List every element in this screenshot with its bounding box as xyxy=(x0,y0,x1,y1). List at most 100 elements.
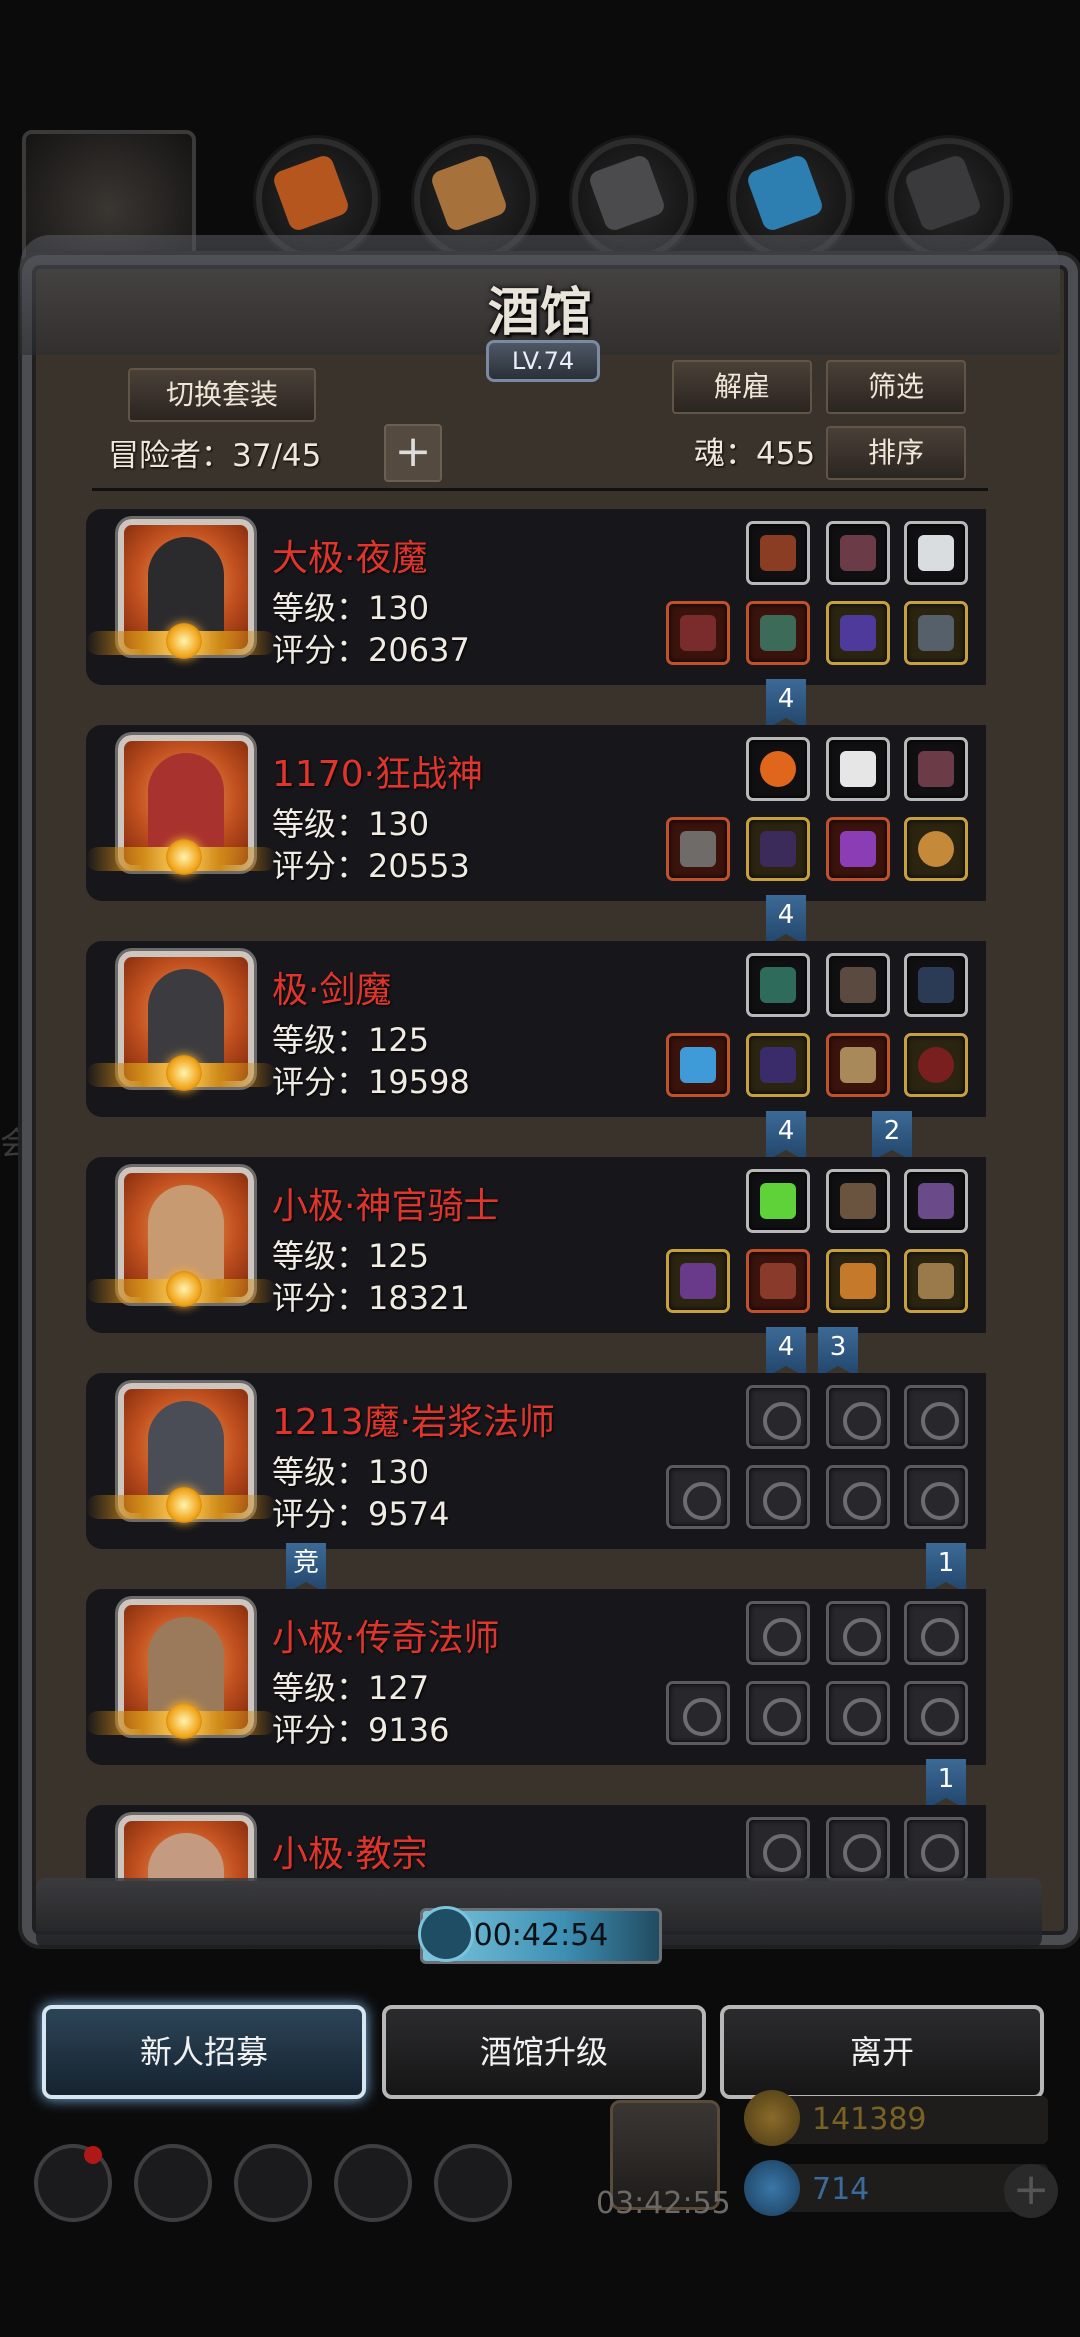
equip-slot-amulet-icon[interactable] xyxy=(904,601,968,665)
empty-slot-fire-icon[interactable] xyxy=(746,1817,810,1881)
add-currency-button[interactable]: + xyxy=(1004,2164,1058,2218)
hud-mail-icon[interactable] xyxy=(334,2144,412,2222)
hero-row[interactable]: 极·剑魔 等级：125 评分：19598 4 2 xyxy=(86,937,986,1161)
hero-score: 评分：20553 xyxy=(272,847,470,885)
hero-list[interactable]: 大极·夜魔 等级：130 评分：20637 4 1170·狂战神 等级：130 … xyxy=(86,505,986,1881)
equip-slot-armor-icon[interactable] xyxy=(746,817,810,881)
equip-slot-scroll-icon[interactable] xyxy=(904,1249,968,1313)
equip-slot-flask-icon[interactable] xyxy=(904,1169,968,1233)
equip-slot-stone-icon[interactable] xyxy=(904,521,968,585)
dismiss-button[interactable]: 解雇 xyxy=(672,360,812,414)
hero-row[interactable]: 1170·狂战神 等级：130 评分：20553 4 xyxy=(86,721,986,945)
rank-star-icon xyxy=(166,1703,202,1739)
gem-amount: 714 xyxy=(812,2172,870,2207)
equip-slot-ring-icon[interactable] xyxy=(904,817,968,881)
empty-slot-ring-icon[interactable] xyxy=(826,1465,890,1529)
hero-name: 大极·夜魔 xyxy=(272,538,428,579)
hero-level: 等级：130 xyxy=(272,589,430,627)
tavern-level-badge: LV.74 xyxy=(486,340,600,382)
hero-score: 评分：9136 xyxy=(272,1711,450,1749)
equip-slot-wing-icon[interactable] xyxy=(826,737,890,801)
hero-row[interactable]: 小极·神官骑士 等级：125 评分：18321 4 3 xyxy=(86,1153,986,1377)
empty-slot-armor-icon[interactable] xyxy=(746,1465,810,1529)
recruit-button[interactable]: 新人招募 xyxy=(42,2005,366,2099)
leave-button[interactable]: 离开 xyxy=(720,2005,1044,2099)
switch-set-button[interactable]: 切换套装 xyxy=(128,368,316,422)
equip-slot-helm-icon[interactable] xyxy=(826,1033,890,1097)
equip-slot-staff-icon[interactable] xyxy=(666,1249,730,1313)
hero-name: 极·剑魔 xyxy=(272,970,392,1011)
hud-map-icon[interactable] xyxy=(434,2144,512,2222)
empty-slot-hourglass-icon[interactable] xyxy=(904,1817,968,1881)
equip-slot-helm-icon[interactable] xyxy=(826,817,890,881)
hero-score: 评分：20637 xyxy=(272,631,470,669)
equip-slot-armor-icon[interactable] xyxy=(746,601,810,665)
gold-amount: 141389 xyxy=(812,2102,927,2137)
empty-slot-staff-icon[interactable] xyxy=(666,1681,730,1745)
clock-icon xyxy=(418,1906,474,1962)
hero-name: 小极·神官骑士 xyxy=(272,1186,500,1227)
rank-star-icon xyxy=(166,1271,202,1307)
empty-slot-hourglass-icon[interactable] xyxy=(904,1385,968,1449)
equip-slot-potion-icon[interactable] xyxy=(746,1169,810,1233)
equip-slot-feather-icon[interactable] xyxy=(826,521,890,585)
rank-star-icon xyxy=(166,1487,202,1523)
adventurer-count: 冒险者：37/45 xyxy=(108,438,322,474)
hero-score: 评分：9574 xyxy=(272,1495,450,1533)
hero-name: 1213魔·岩浆法师 xyxy=(272,1402,556,1443)
equip-slot-bracer-icon[interactable] xyxy=(826,1249,890,1313)
panel-title: 酒馆 xyxy=(487,282,592,343)
equip-slot-axe-icon[interactable] xyxy=(666,817,730,881)
equip-slot-feather-icon[interactable] xyxy=(904,737,968,801)
equip-slot-crystal-icon[interactable] xyxy=(746,953,810,1017)
hud-shield-icon[interactable] xyxy=(234,2144,312,2222)
equip-slot-fire-icon[interactable] xyxy=(746,737,810,801)
equip-slot-rune-icon[interactable] xyxy=(904,953,968,1017)
hero-score: 评分：19598 xyxy=(272,1063,470,1101)
equip-slot-gem-icon[interactable] xyxy=(746,521,810,585)
gem-icon xyxy=(744,2160,800,2216)
upgrade-tavern-button[interactable]: 酒馆升级 xyxy=(382,2005,706,2099)
gift-timer: 03:42:55 xyxy=(596,2186,731,2221)
empty-slot-hourglass-icon[interactable] xyxy=(826,1385,890,1449)
panel-divider xyxy=(92,488,988,491)
empty-slot-hourglass-icon[interactable] xyxy=(826,1817,890,1881)
hero-row[interactable]: 小极·教宗 xyxy=(86,1801,986,1881)
equip-slot-armor-icon[interactable] xyxy=(746,1249,810,1313)
notification-dot-icon xyxy=(84,2146,102,2164)
empty-slot-ring-icon[interactable] xyxy=(904,1465,968,1529)
rank-star-icon xyxy=(166,623,202,659)
empty-slot-hourglass-icon[interactable] xyxy=(904,1601,968,1665)
hero-level: 等级：130 xyxy=(272,805,430,843)
equip-slot-horn-icon[interactable] xyxy=(826,953,890,1017)
empty-slot-ring-icon[interactable] xyxy=(826,1681,890,1745)
equip-slot-weapon-icon[interactable] xyxy=(666,601,730,665)
equip-slot-sword-icon[interactable] xyxy=(666,1033,730,1097)
empty-slot-fire-icon[interactable] xyxy=(746,1601,810,1665)
hero-portrait[interactable] xyxy=(118,1815,254,1881)
add-capacity-button[interactable]: + xyxy=(384,424,442,482)
hud-menu-icon[interactable] xyxy=(134,2144,212,2222)
equip-slot-armor-icon[interactable] xyxy=(746,1033,810,1097)
soul-count: 魂：455 xyxy=(694,436,816,472)
hero-level: 等级：130 xyxy=(272,1453,430,1491)
empty-slot-armor-icon[interactable] xyxy=(746,1681,810,1745)
hero-name: 1170·狂战神 xyxy=(272,754,484,795)
empty-slot-fire-icon[interactable] xyxy=(746,1385,810,1449)
empty-slot-staff-icon[interactable] xyxy=(666,1465,730,1529)
equip-slot-ring-icon[interactable] xyxy=(826,601,890,665)
hero-score: 评分：18321 xyxy=(272,1279,470,1317)
hero-name: 小极·传奇法师 xyxy=(272,1618,500,1659)
hero-row[interactable]: 1213魔·岩浆法师 等级：130 评分：9574 竞 1 xyxy=(86,1369,986,1593)
hero-level: 等级：127 xyxy=(272,1669,430,1707)
empty-slot-hourglass-icon[interactable] xyxy=(826,1601,890,1665)
equip-slot-horn-icon[interactable] xyxy=(826,1169,890,1233)
sort-button[interactable]: 排序 xyxy=(826,426,966,480)
hero-row[interactable]: 大极·夜魔 等级：130 评分：20637 4 xyxy=(86,505,986,729)
hero-name: 小极·教宗 xyxy=(272,1834,428,1875)
filter-button[interactable]: 筛选 xyxy=(826,360,966,414)
rank-star-icon xyxy=(166,1055,202,1091)
empty-slot-ring-icon[interactable] xyxy=(904,1681,968,1745)
equip-slot-necklace-icon[interactable] xyxy=(904,1033,968,1097)
hero-row[interactable]: 小极·传奇法师 等级：127 评分：9136 1 xyxy=(86,1585,986,1809)
